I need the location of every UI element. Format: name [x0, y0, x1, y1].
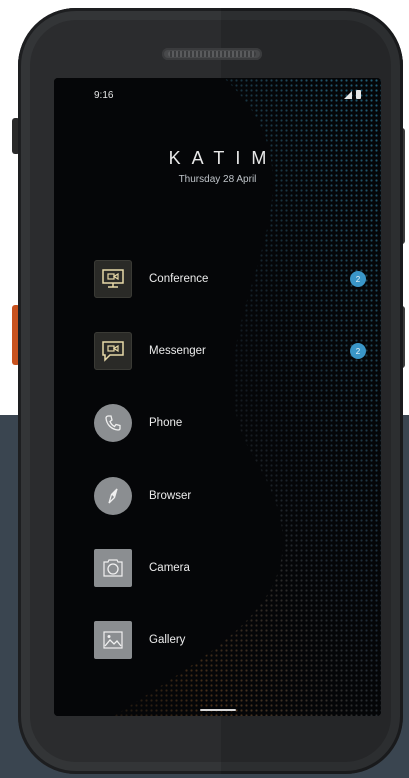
- notification-badge: 2: [350, 343, 366, 359]
- image-mountain-icon: [94, 621, 132, 659]
- app-label: Browser: [149, 490, 192, 502]
- brand-logo: KATIM: [168, 148, 278, 168]
- chat-video-icon: [94, 332, 132, 370]
- app-label: Messenger: [149, 345, 206, 357]
- home-indicator[interactable]: [200, 709, 236, 711]
- camera-icon: [94, 549, 132, 587]
- status-icons: [344, 90, 361, 99]
- app-gallery[interactable]: Gallery: [94, 620, 364, 660]
- app-camera[interactable]: Camera: [94, 548, 364, 588]
- app-label: Camera: [149, 562, 190, 574]
- home-screen: 9:16 KATIM Thursday 28 April Conference …: [54, 78, 381, 716]
- notification-badge: 2: [350, 271, 366, 287]
- app-label: Conference: [149, 273, 209, 285]
- battery-icon: [356, 90, 361, 99]
- phone-handset-icon: [94, 404, 132, 442]
- signal-icon: [344, 90, 352, 99]
- phone-device: 9:16 KATIM Thursday 28 April Conference …: [18, 8, 403, 774]
- app-conference[interactable]: Conference 2: [94, 259, 366, 299]
- app-phone[interactable]: Phone: [94, 403, 364, 443]
- compass-icon: [94, 477, 132, 515]
- app-messenger[interactable]: Messenger 2: [94, 331, 366, 371]
- date-label: Thursday 28 April: [178, 174, 257, 185]
- app-browser[interactable]: Browser: [94, 476, 364, 516]
- earpiece-speaker: [162, 48, 262, 60]
- app-label: Phone: [149, 417, 183, 429]
- video-screen-icon: [94, 260, 132, 298]
- app-label: Gallery: [149, 634, 186, 646]
- status-time: 9:16: [94, 90, 114, 101]
